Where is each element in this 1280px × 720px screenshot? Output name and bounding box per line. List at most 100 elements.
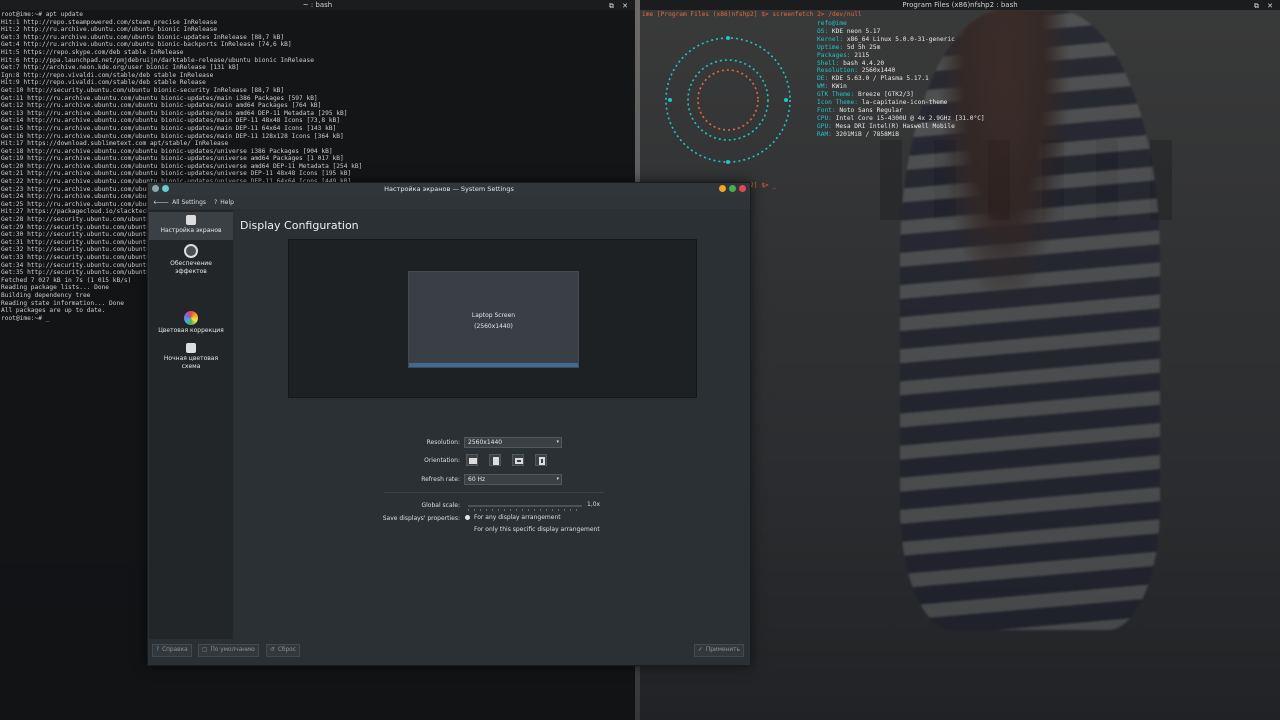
screenfetch-value: KDE neon 5.17 [831,27,881,35]
screenfetch-row: GPU: Mesa DRI Intel(R) Haswell Mobile [817,123,985,131]
help-label: Help [220,198,234,206]
screenfetch-row: GTK Theme: Breeze [GTK2/3] [817,91,985,99]
orientation-label: Orientation: [424,457,460,464]
orientation-portrait-button[interactable] [489,454,501,466]
screenfetch-header: refo@ime [817,20,847,27]
screenfetch-value: Noto Sans Regular [839,106,903,114]
help-menu-button[interactable]: ? Help [214,199,234,206]
system-settings-window[interactable]: Настройка экранов — System Settings 🡐 Al… [147,182,751,666]
all-settings-label: All Settings [172,198,207,206]
window-pin-icon[interactable] [162,185,169,192]
reset-button[interactable]: ↺ Сброс [266,644,300,657]
global-scale-slider[interactable] [468,505,582,507]
color-icon [184,311,198,325]
defaults-button[interactable]: ▢ По умолчанию [198,644,259,657]
terminal-line: Get:15 http://ru.archive.ubuntu.com/ubun… [1,124,337,132]
screenfetch-key: Shell: [817,59,840,67]
refresh-rate-label: Refresh rate: [421,476,460,483]
maximize-button[interactable] [729,185,736,192]
back-arrow-icon: 🡐 [153,198,170,206]
check-icon: ✓ [698,647,703,653]
radio-any-arrangement[interactable]: For any display arrangement [465,514,561,521]
screenfetch-value: 3201MiB / 7858MiB [835,130,899,138]
terminal-line: Get:11 http://ru.archive.ubuntu.com/ubun… [1,94,318,102]
refresh-rate-combobox[interactable]: 60 Hz ▾ [464,474,562,485]
help-icon: ? [156,647,160,653]
screenfetch-row: RAM: 3201MiB / 7858MiB [817,131,985,139]
orientation-landscape-button[interactable] [466,454,478,466]
terminal-line: Hit:9 http://repo.vivaldi.com/stable/deb… [1,79,206,87]
screenfetch-key: WM: [817,83,829,91]
sidebar-item-label: Ночная цветовая схема [163,355,219,370]
screenfetch-value: Intel Core i5-4300U @ 4x 2.9GHz [31.0°C] [835,114,985,122]
screenfetch-value: la-capitaine-icon-theme [861,99,948,107]
resolution-label: Resolution: [426,439,460,446]
sidebar-item-display[interactable]: Настройка экранов [149,212,233,240]
portrait-icon [493,457,499,465]
orientation-inverted-button[interactable] [512,454,524,466]
screenfetch-info: refo@ime OS: KDE neon 5.17 Kernel: x86_64 … [817,20,985,139]
terminal-right-title: Program Files (x86)nfshp2 : bash [902,1,1018,9]
window-menu-icon[interactable] [152,185,159,192]
screenfetch-row: Uptime: 5d 5h 25m [817,44,985,52]
sidebar-item-label: Цветовая коррекция [158,327,224,334]
save-properties-label: Save displays' properties: [382,515,460,522]
output-resolution: (2560x1440) [474,323,513,330]
radio-unchecked-icon [465,527,470,532]
output-name: Laptop Screen [471,312,516,319]
chevron-down-icon: ▾ [556,476,559,482]
terminal-right-controls[interactable]: ⧉ ✕ [1254,1,1276,11]
window-titlebar[interactable]: Настройка экранов — System Settings [148,183,750,195]
ubuntu-ascii-logo [665,36,791,164]
global-scale-ticks [468,509,582,511]
terminal-line: Hit:17 https://download.sublimetext.com … [1,140,229,148]
terminal-line: Get:12 http://ru.archive.ubuntu.com/ubun… [1,102,322,110]
sidebar-item-night-color[interactable]: Ночная цветовая схема [149,343,233,375]
radio-any-label: For any display arrangement [474,514,561,521]
screen-layout-view[interactable]: Laptop Screen (2560x1440) [288,239,697,398]
screenfetch-value: 2115 [854,51,870,59]
defaults-icon: ▢ [202,647,208,653]
screenfetch-key: Uptime: [817,43,844,51]
sidebar-item-compositor[interactable]: Обеспечение эффектов [149,244,233,276]
edge-widget-text [1264,210,1276,330]
terminal-line: Get:4 http://ru.archive.ubuntu.com/ubunt… [1,41,292,49]
kcm-sidebar: Настройка экранов Обеспечение эффектов Ц… [149,210,233,640]
radio-specific-arrangement[interactable]: For only this specific display arrangeme… [465,526,600,533]
help-button[interactable]: ? Справка [152,644,192,657]
terminal-line: Get:7 http://archive.neon.kde.org/user b… [1,64,240,72]
sidebar-item-label: Обеспечение эффектов [170,260,212,275]
all-settings-button[interactable]: 🡐 All Settings [153,199,206,206]
screenfetch-key: GPU: [817,122,832,130]
landscape-inverted-icon [515,458,523,464]
screenfetch-key: Resolution: [817,67,858,75]
terminal-line: Get:19 http://ru.archive.ubuntu.com/ubun… [1,155,344,163]
terminal-line: Get:10 http://security.ubuntu.com/ubuntu… [1,86,285,94]
sidebar-item-color-correction[interactable]: Цветовая коррекция [149,311,233,334]
screenfetch-value: KDE 5.63.0 / Plasma 5.17.1 [831,75,929,83]
terminal-left-title: ~ : bash [302,1,333,9]
resolution-combobox[interactable]: 2560x1440 ▾ [464,437,562,448]
terminal-left-controls[interactable]: ⧉ ✕ [609,1,631,11]
apply-button[interactable]: ✓ Применить [694,644,744,657]
orientation-portrait-inverted-button[interactable] [535,454,547,466]
screenfetch-key: CPU: [817,114,832,122]
screenfetch-value: bash 4.4.20 [843,59,885,67]
close-button[interactable] [739,185,746,192]
minimize-button[interactable] [719,185,726,192]
screenfetch-row: Packages: 2115 [817,52,985,60]
screenfetch-row: CPU: Intel Core i5-4300U @ 4x 2.9GHz [31… [817,115,985,123]
kcm-content: Display Configuration Laptop Screen (256… [236,211,750,639]
screenfetch-row: Shell: bash 4.4.20 [817,60,985,68]
landscape-icon [469,458,477,464]
terminal-right-titlebar[interactable]: Program Files (x86)nfshp2 : bash ⧉ ✕ [640,0,1280,10]
terminal-left-titlebar[interactable]: ~ : bash ⧉ ✕ [0,0,635,10]
screenfetch-row: Font: Noto Sans Regular [817,107,985,115]
output-screen[interactable]: Laptop Screen (2560x1440) [408,271,579,368]
window-footer: ? Справка ▢ По умолчанию ↺ Сброс ✓ Приме… [148,639,750,665]
terminal-line: Get:16 http://ru.archive.ubuntu.com/ubun… [1,132,344,140]
refresh-rate-value: 60 Hz [468,476,486,483]
terminal-right-prompt: ime [Program Files (x86)nfshp2] $> scree… [642,11,862,18]
screenfetch-row: WM: KWin [817,83,985,91]
screenfetch-key: Packages: [817,51,851,59]
